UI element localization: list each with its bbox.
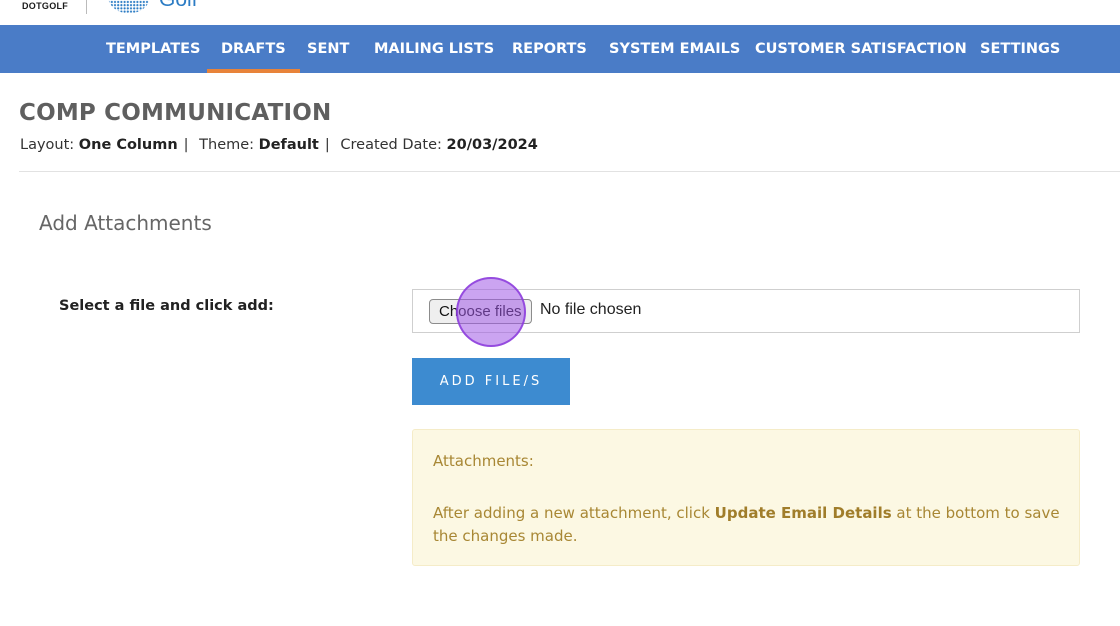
main-navigation: TEMPLATES DRAFTS SENT MAILING LISTS REPO… bbox=[0, 25, 1120, 73]
logo-divider bbox=[86, 0, 87, 14]
attachments-notice: Attachments: After adding a new attachme… bbox=[412, 429, 1080, 566]
golf-globe-logo-icon[interactable] bbox=[107, 0, 151, 14]
nav-item-sent[interactable]: SENT bbox=[307, 25, 349, 73]
file-select-label: Select a file and click add: bbox=[59, 298, 274, 314]
theme-label: Theme: bbox=[199, 137, 255, 153]
nav-item-customer-satisfaction[interactable]: CUSTOMER SATISFACTION bbox=[755, 25, 967, 73]
theme-value: Default bbox=[258, 137, 319, 153]
nav-item-settings[interactable]: SETTINGS bbox=[980, 25, 1060, 73]
meta-separator: | bbox=[324, 137, 330, 153]
add-files-button[interactable]: ADD FILE/S bbox=[412, 358, 570, 405]
notice-text-bold: Update Email Details bbox=[714, 504, 892, 522]
nav-item-reports[interactable]: REPORTS bbox=[512, 25, 587, 73]
nav-item-templates[interactable]: TEMPLATES bbox=[106, 25, 200, 73]
created-date-label: Created Date: bbox=[340, 137, 442, 153]
top-header: DOTGOLF Golf bbox=[0, 0, 1120, 25]
dotgolf-logo[interactable]: DOTGOLF bbox=[22, 1, 68, 11]
nav-item-system-emails[interactable]: SYSTEM EMAILS bbox=[609, 25, 740, 73]
notice-title: Attachments: bbox=[433, 452, 534, 470]
notice-body: After adding a new attachment, click Upd… bbox=[433, 502, 1073, 548]
meta-separator: | bbox=[183, 137, 189, 153]
section-title-add-attachments: Add Attachments bbox=[39, 211, 212, 235]
page-title: COMP COMMUNICATION bbox=[19, 100, 332, 126]
file-input[interactable]: Choose files No file chosen bbox=[412, 289, 1080, 333]
created-date-value: 20/03/2024 bbox=[446, 137, 538, 153]
divider bbox=[19, 171, 1120, 172]
layout-label: Layout: bbox=[20, 137, 75, 153]
email-meta-line: Layout: One Column | Theme: Default | Crea… bbox=[20, 137, 538, 153]
golf-logo-text: Golf bbox=[159, 0, 198, 12]
choose-files-button[interactable]: Choose files bbox=[429, 299, 532, 324]
no-file-chosen-text: No file chosen bbox=[540, 301, 642, 318]
layout-value: One Column bbox=[78, 137, 178, 153]
nav-item-drafts[interactable]: DRAFTS bbox=[207, 25, 300, 73]
nav-item-mailing-lists[interactable]: MAILING LISTS bbox=[374, 25, 494, 73]
notice-text-before: After adding a new attachment, click bbox=[433, 504, 715, 522]
